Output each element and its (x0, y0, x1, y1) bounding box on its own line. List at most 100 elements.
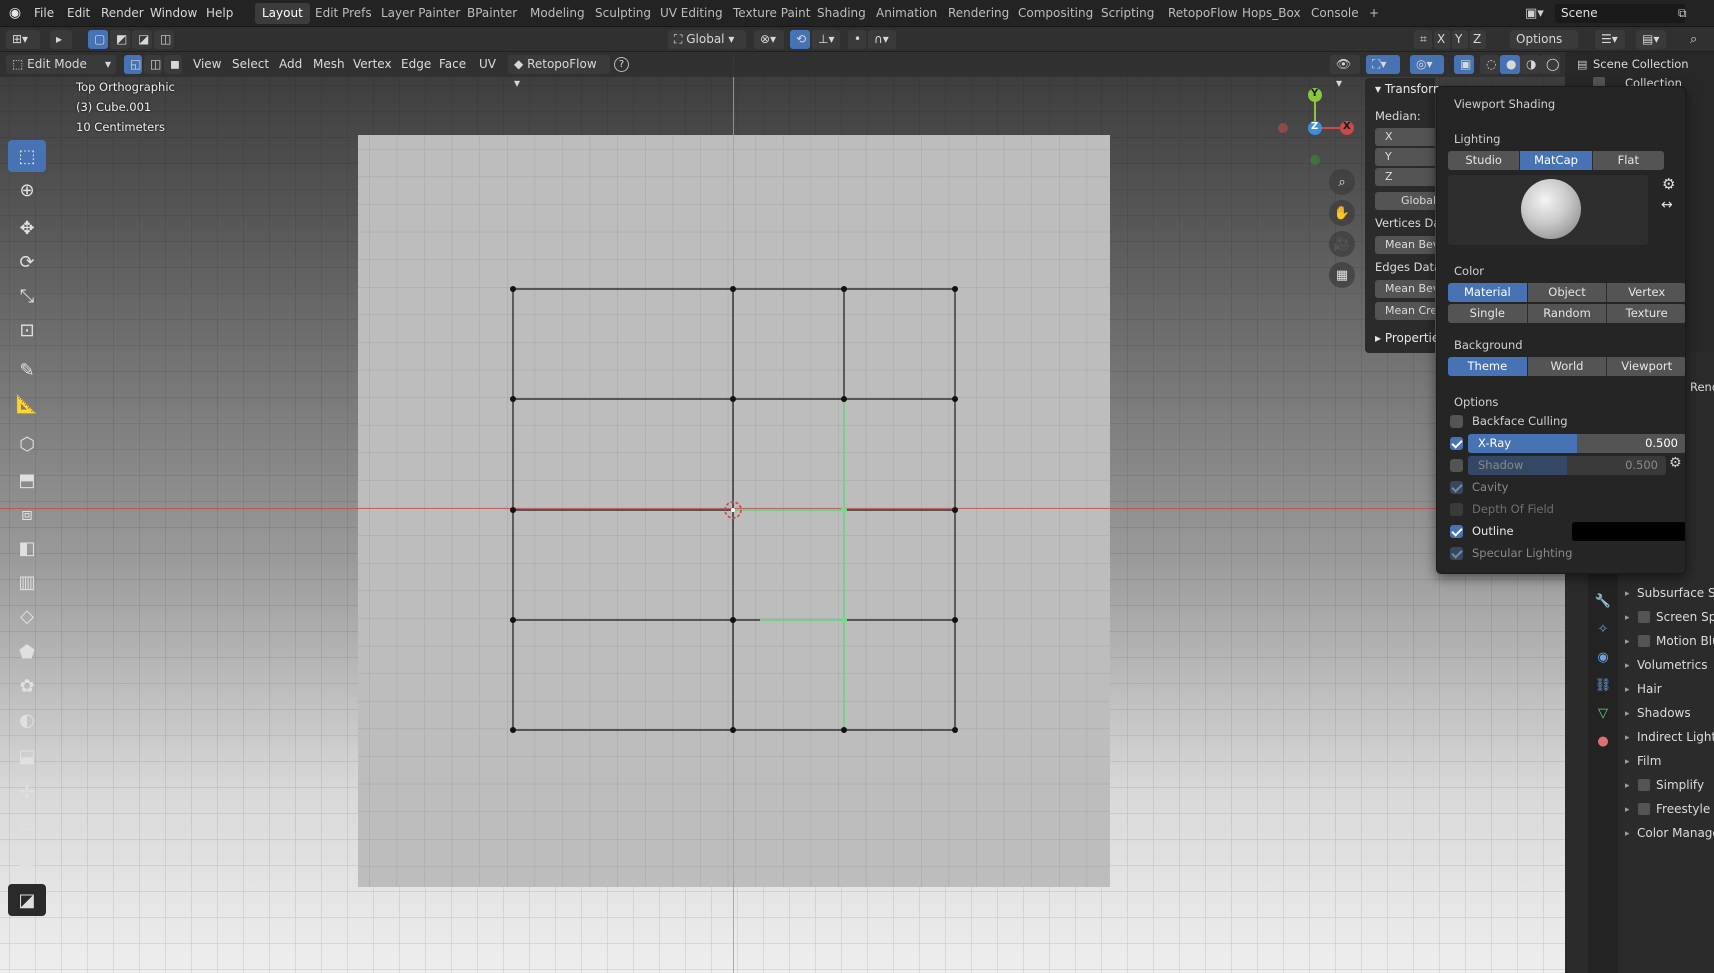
mirror-axis-z[interactable]: Z (1470, 30, 1486, 49)
motion-blur-expand-icon[interactable]: ▸ (1625, 637, 1630, 647)
color-vertex[interactable]: Vertex (1607, 283, 1685, 302)
freestyle-expand-icon[interactable]: ▸ (1625, 805, 1630, 815)
screen-space-expand-icon[interactable]: ▸ (1625, 613, 1630, 623)
flip-matcap-icon[interactable]: ↔ (1661, 197, 1673, 213)
scene-collection-label[interactable]: Scene Collection (1593, 57, 1689, 71)
color-single[interactable]: Single (1448, 304, 1528, 323)
retopoflow-menu[interactable]: ◆ RetopoFlow ▾ (508, 55, 610, 90)
zoom-icon[interactable]: ⌕ (1329, 169, 1355, 195)
material-shading-icon[interactable]: ◑ (1520, 55, 1540, 74)
color-management-expand-icon[interactable]: ▸ (1625, 829, 1630, 839)
tab-compositing[interactable]: Compositing (1011, 3, 1100, 24)
vertex-select-icon[interactable]: ◱ (124, 55, 142, 74)
median-z-field[interactable]: Z (1375, 168, 1435, 186)
color-material[interactable]: Material (1448, 283, 1528, 302)
data-tab-icon[interactable]: ▽ (1592, 702, 1614, 724)
mirror-icon[interactable]: ⌗ (1414, 30, 1432, 49)
menu-render[interactable]: Render (95, 4, 150, 23)
overlays-toggle-icon[interactable]: ◎▾ (1410, 55, 1444, 74)
menu-select[interactable]: Select (227, 55, 274, 74)
transform-icon[interactable]: ⊡ (8, 314, 46, 346)
indirect-lighting-expand-icon[interactable]: ▸ (1625, 733, 1630, 743)
panel-motion-blur[interactable]: Motion Blu (1656, 634, 1714, 648)
tab-retopoflow[interactable]: RetopoFlow (1161, 3, 1245, 24)
film-expand-icon[interactable]: ▸ (1625, 757, 1630, 767)
select-box-icon[interactable]: ⬚ (8, 140, 46, 172)
menu-uv[interactable]: UV (474, 55, 501, 74)
tab-uv-editing[interactable]: UV Editing (653, 3, 730, 24)
rendered-shading-icon[interactable]: ◯ (1540, 55, 1560, 74)
mode-dropdown[interactable]: ⬚ Edit Mode ▾ (6, 55, 116, 74)
panel-subsurface[interactable]: Subsurface Sc (1637, 586, 1714, 600)
simplify-checkbox[interactable] (1638, 779, 1650, 791)
shrink-fatten-icon[interactable]: ✢ (8, 776, 46, 808)
snap-target-icon[interactable]: ⊥▾ (812, 30, 840, 49)
menu-vertex[interactable]: Vertex (348, 55, 397, 74)
panel-shadows[interactable]: Shadows (1637, 706, 1691, 720)
scene-name-field[interactable]: Scene (1555, 4, 1685, 23)
edge-mean-bevel-field[interactable]: Mean Bevel (1375, 280, 1435, 298)
background-viewport[interactable]: Viewport (1607, 357, 1685, 376)
physics-tab-icon[interactable]: ◉ (1592, 646, 1614, 668)
menu-window[interactable]: Window (144, 4, 203, 23)
panel-film[interactable]: Film (1637, 754, 1661, 768)
tab-console[interactable]: Console (1304, 3, 1366, 24)
xray-alpha-slider[interactable]: X-Ray 0.500 (1468, 434, 1685, 453)
matcap-preview[interactable] (1448, 175, 1648, 245)
transform-orientation-dropdown[interactable]: ⛶ Global ▾ (668, 30, 746, 49)
shadow-settings-gear-icon[interactable]: ⚙ (1669, 455, 1682, 471)
shadow-slider[interactable]: Shadow 0.500 (1468, 456, 1666, 475)
face-select-icon[interactable]: ◼ (164, 55, 182, 74)
tab-shading[interactable]: Shading (810, 3, 873, 24)
options-dropdown[interactable]: Options ▾ (1510, 30, 1578, 65)
solid-shading-icon[interactable]: ● (1500, 55, 1520, 74)
background-world[interactable]: World (1527, 357, 1608, 376)
tab-modeling[interactable]: Modeling (523, 3, 592, 24)
poly-build-icon[interactable]: ⬟ (8, 636, 46, 668)
particles-tab-icon[interactable]: ✧ (1592, 618, 1614, 640)
tab-layer-painter[interactable]: Layer Painter (374, 3, 467, 24)
loop-cut-icon[interactable]: ▥ (8, 566, 46, 598)
xray-toggle-icon[interactable]: ▣ (1454, 55, 1474, 74)
volumetrics-expand-icon[interactable]: ▸ (1625, 661, 1630, 671)
tab-edit-prefs[interactable]: Edit Prefs (308, 3, 379, 24)
mirror-axis-y[interactable]: Y (1452, 30, 1468, 49)
screen-space-checkbox[interactable] (1638, 611, 1650, 623)
color-random[interactable]: Random (1527, 304, 1608, 323)
move-icon[interactable]: ✥ (8, 212, 46, 244)
tab-layout[interactable]: Layout (255, 3, 310, 24)
scale-icon[interactable]: ⤡ (8, 280, 46, 312)
menu-edge[interactable]: Edge (396, 55, 436, 74)
gizmo-toggle-icon[interactable]: ⛶▾ (1366, 55, 1400, 74)
motion-blur-checkbox[interactable] (1638, 635, 1650, 647)
extrude-icon[interactable]: ⬒ (8, 464, 46, 496)
panel-freestyle[interactable]: Freestyle (1656, 802, 1710, 816)
median-x-field[interactable]: X (1375, 128, 1435, 146)
shear-icon[interactable]: ▱ (8, 810, 46, 842)
lighting-flat[interactable]: Flat (1592, 151, 1664, 170)
smooth-icon[interactable]: ◐ (8, 704, 46, 736)
specular-lighting-checkbox[interactable] (1450, 547, 1463, 560)
color-object[interactable]: Object (1527, 283, 1608, 302)
tab-scripting[interactable]: Scripting (1094, 3, 1161, 24)
subsurface-expand-icon[interactable]: ▸ (1625, 589, 1630, 599)
modifier-tab-icon[interactable]: 🔧 (1592, 590, 1614, 612)
panel-screen-space[interactable]: Screen Spa (1656, 610, 1714, 624)
select-mode-new-icon[interactable]: ▢ (88, 30, 108, 49)
menu-edit[interactable]: Edit (61, 4, 96, 23)
select-mode-subtract-icon[interactable]: ◪ (132, 30, 152, 49)
shadow-checkbox[interactable] (1450, 459, 1463, 472)
vertex-mean-bevel-field[interactable]: Mean Bevel (1375, 236, 1435, 254)
hair-expand-icon[interactable]: ▸ (1625, 685, 1630, 695)
help-button[interactable]: ? (614, 57, 629, 72)
pan-hand-icon[interactable]: ✋ (1329, 200, 1355, 226)
global-toggle[interactable]: Global (1375, 192, 1435, 210)
scale-cage-icon[interactable]: ◪ (8, 884, 46, 916)
edge-slide-icon[interactable]: ⬓ (8, 740, 46, 772)
tab-texture-paint[interactable]: Texture Paint (726, 3, 817, 24)
background-theme[interactable]: Theme (1448, 357, 1528, 376)
outline-checkbox[interactable] (1450, 525, 1463, 538)
select-mode-extend-icon[interactable]: ◩ (110, 30, 130, 49)
freestyle-checkbox[interactable] (1638, 803, 1650, 815)
simplify-expand-icon[interactable]: ▸ (1625, 781, 1630, 791)
